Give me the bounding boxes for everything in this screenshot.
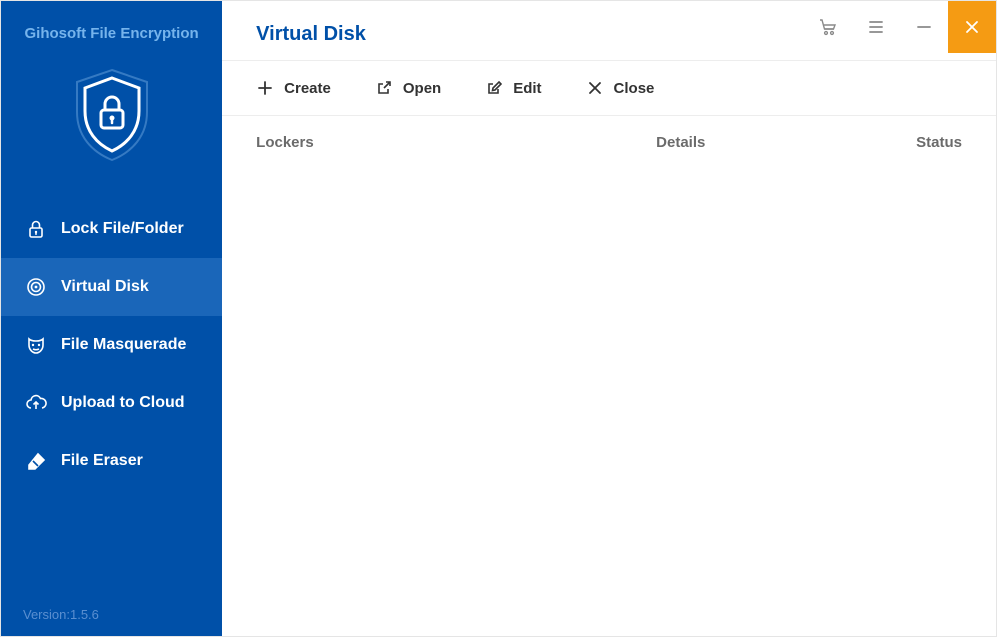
create-label: Create: [284, 80, 331, 97]
page-title: Virtual Disk: [222, 1, 804, 46]
sidebar-item-upload-to-cloud[interactable]: Upload to Cloud: [1, 374, 222, 432]
cloud-upload-icon: [25, 392, 47, 414]
minimize-button[interactable]: [900, 1, 948, 53]
shield-lock-icon: [57, 60, 167, 170]
x-icon: [586, 79, 604, 97]
edit-button[interactable]: Edit: [485, 79, 541, 97]
menu-button[interactable]: [852, 1, 900, 53]
sidebar-item-label: File Eraser: [61, 452, 143, 470]
sidebar-item-virtual-disk[interactable]: Virtual Disk: [1, 258, 222, 316]
version-label: Version:1.5.6: [1, 593, 222, 636]
column-lockers: Lockers: [256, 134, 656, 151]
sidebar-item-label: Upload to Cloud: [61, 394, 185, 412]
main-panel: Virtual Disk: [222, 1, 996, 636]
open-label: Open: [403, 80, 441, 97]
sidebar-nav: Lock File/Folder Virtual Disk: [1, 200, 222, 490]
open-button[interactable]: Open: [375, 79, 441, 97]
list-body: [222, 157, 996, 636]
sidebar-item-file-eraser[interactable]: File Eraser: [1, 432, 222, 490]
sidebar-item-label: File Masquerade: [61, 336, 186, 354]
window-controls: [804, 1, 996, 53]
toolbar: Create Open Edit: [222, 61, 996, 116]
plus-icon: [256, 79, 274, 97]
sidebar-item-label: Virtual Disk: [61, 278, 149, 296]
mask-icon: [25, 334, 47, 356]
column-status: Status: [916, 134, 962, 151]
sidebar-item-file-masquerade[interactable]: File Masquerade: [1, 316, 222, 374]
close-icon: [963, 18, 981, 36]
edit-label: Edit: [513, 80, 541, 97]
disk-icon: [25, 276, 47, 298]
close-window-button[interactable]: [948, 1, 996, 53]
column-headers: Lockers Details Status: [222, 116, 996, 157]
create-button[interactable]: Create: [256, 79, 331, 97]
open-external-icon: [375, 79, 393, 97]
menu-icon: [867, 18, 885, 36]
lock-icon: [25, 218, 47, 240]
brand-logo: [1, 50, 222, 192]
sidebar: Gihosoft File Encryption Lock File/Folde…: [1, 1, 222, 636]
edit-icon: [485, 79, 503, 97]
brand-title: Gihosoft File Encryption: [1, 1, 222, 50]
titlebar: Virtual Disk: [222, 1, 996, 61]
cart-button[interactable]: [804, 1, 852, 53]
column-details: Details: [656, 134, 916, 151]
minimize-icon: [915, 18, 933, 36]
close-label: Close: [614, 80, 655, 97]
eraser-icon: [25, 450, 47, 472]
sidebar-item-lock-file-folder[interactable]: Lock File/Folder: [1, 200, 222, 258]
close-button[interactable]: Close: [586, 79, 655, 97]
cart-icon: [818, 17, 838, 37]
sidebar-item-label: Lock File/Folder: [61, 220, 184, 238]
